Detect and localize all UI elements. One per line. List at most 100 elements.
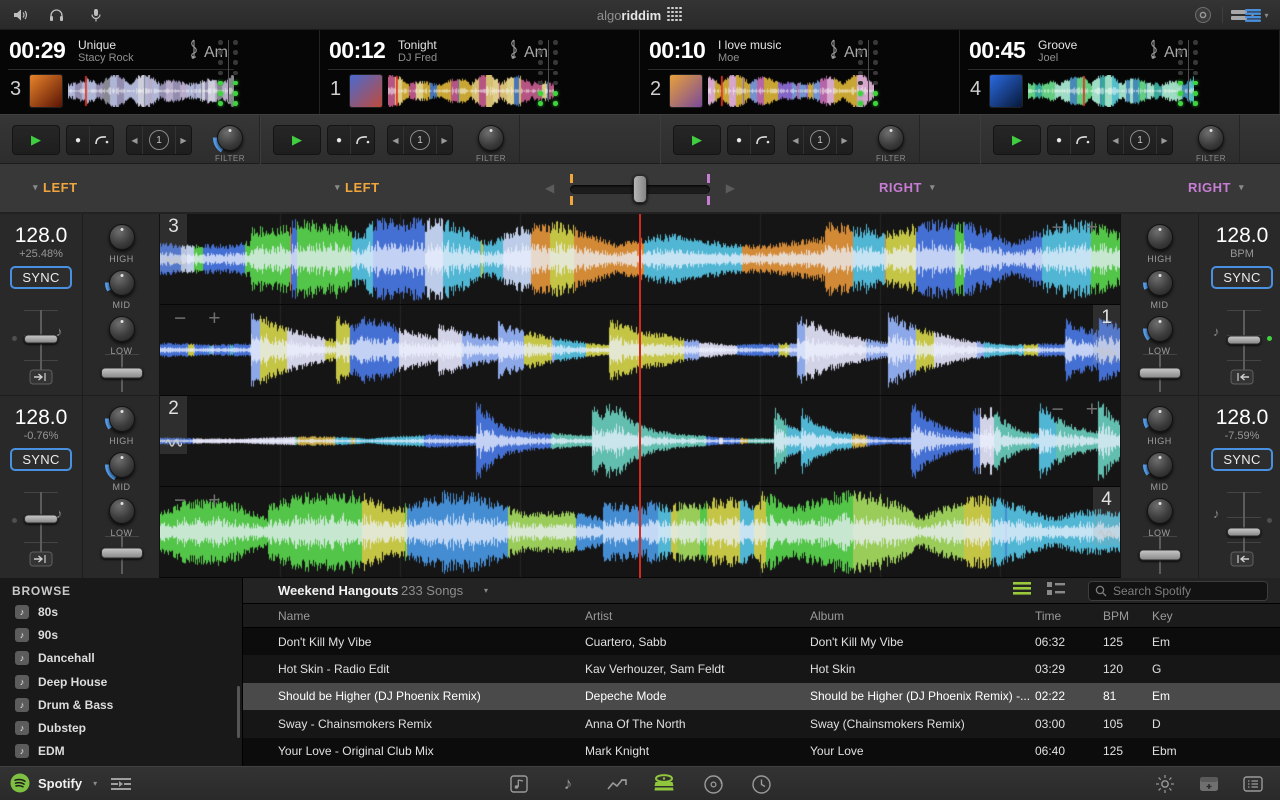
eq-high-knob[interactable] bbox=[105, 402, 139, 436]
tempo-slider[interactable] bbox=[36, 310, 46, 374]
cue-button[interactable]: ● bbox=[67, 126, 90, 154]
zoom-in-button[interactable]: + bbox=[1086, 216, 1098, 240]
song-row[interactable]: Your Love - Original Club Mix Mark Knigh… bbox=[243, 738, 1280, 765]
deck2-assign-selector[interactable]: ▾LEFT bbox=[332, 180, 380, 195]
eq-high-knob[interactable] bbox=[1143, 402, 1177, 436]
loop-double-button[interactable]: ▶ bbox=[837, 126, 852, 154]
play-button[interactable]: ▶ bbox=[673, 125, 721, 155]
zoom-out-button[interactable]: − bbox=[1051, 216, 1063, 240]
volume-fader[interactable] bbox=[117, 536, 127, 574]
crates-icon[interactable] bbox=[651, 773, 677, 795]
microphone-icon[interactable] bbox=[85, 5, 107, 25]
loop-button[interactable]: 1 bbox=[142, 126, 176, 154]
deck1-assign-selector[interactable]: ▾LEFT bbox=[30, 180, 78, 195]
playlist-item[interactable]: ♪ 90s bbox=[0, 623, 242, 646]
record-session-icon[interactable] bbox=[1192, 5, 1214, 25]
bend-button[interactable] bbox=[90, 126, 113, 154]
crossfader-right-arrow[interactable]: ▶ bbox=[726, 181, 735, 195]
song-row[interactable]: Hot Skin - Radio Edit Kav Verhouzer, Sam… bbox=[243, 655, 1280, 682]
bend-button[interactable] bbox=[1071, 126, 1094, 154]
deck3-assign-selector[interactable]: RIGHT▾ bbox=[879, 180, 935, 195]
add-to-library-icon[interactable] bbox=[1196, 773, 1222, 795]
volume-handle[interactable] bbox=[101, 548, 143, 559]
filter-knob[interactable] bbox=[1194, 121, 1228, 155]
crossfader-handle[interactable] bbox=[633, 175, 647, 203]
sync-button[interactable]: SYNC bbox=[10, 448, 72, 471]
album-view-icon[interactable] bbox=[1047, 582, 1065, 600]
history-clock-icon[interactable] bbox=[748, 773, 774, 795]
tempo-handle[interactable] bbox=[1227, 528, 1261, 537]
loop-button[interactable]: 1 bbox=[803, 126, 837, 154]
keylock-icon[interactable] bbox=[29, 369, 53, 390]
play-button[interactable]: ▶ bbox=[273, 125, 321, 155]
speaker-icon[interactable] bbox=[10, 5, 32, 25]
loop-halve-button[interactable]: ◀ bbox=[1108, 126, 1123, 154]
volume-fader[interactable] bbox=[1155, 536, 1165, 574]
brightness-icon[interactable] bbox=[1152, 773, 1178, 795]
loop-halve-button[interactable]: ◀ bbox=[788, 126, 803, 154]
column-artist[interactable]: Artist bbox=[585, 609, 810, 623]
loop-double-button[interactable]: ▶ bbox=[437, 126, 452, 154]
play-button[interactable]: ▶ bbox=[993, 125, 1041, 155]
zoom-out-button[interactable]: − bbox=[174, 307, 186, 331]
track-overview-waveform[interactable] bbox=[708, 75, 874, 107]
tempo-handle[interactable] bbox=[24, 514, 58, 523]
eq-high-knob[interactable] bbox=[105, 220, 139, 254]
tempo-handle[interactable] bbox=[24, 334, 58, 343]
eq-low-knob[interactable] bbox=[105, 312, 139, 346]
column-name[interactable]: Name bbox=[278, 609, 585, 623]
sync-button[interactable]: SYNC bbox=[1211, 266, 1273, 289]
column-time[interactable]: Time bbox=[1035, 609, 1103, 623]
queue-icon[interactable] bbox=[108, 773, 134, 795]
loop-double-button[interactable]: ▶ bbox=[176, 126, 191, 154]
tempo-handle[interactable] bbox=[1227, 336, 1261, 345]
cue-button[interactable]: ● bbox=[728, 126, 751, 154]
tempo-slider[interactable] bbox=[1239, 492, 1249, 556]
crossfader-left-arrow[interactable]: ◀ bbox=[545, 181, 554, 195]
playlist-item[interactable]: ♪ Dancehall bbox=[0, 647, 242, 670]
volume-handle[interactable] bbox=[1139, 368, 1181, 379]
songs-library-icon[interactable] bbox=[506, 773, 532, 795]
song-row[interactable]: Don't Kill My Vibe Cuartero, Sabb Don't … bbox=[243, 628, 1280, 655]
loop-button[interactable]: 1 bbox=[403, 126, 437, 154]
playqueue-panel-icon[interactable] bbox=[1240, 773, 1266, 795]
column-album[interactable]: Album bbox=[810, 609, 1035, 623]
track-overview-waveform[interactable] bbox=[1028, 75, 1194, 107]
library-source-selector[interactable]: Spotify ▾ bbox=[10, 773, 97, 793]
deck4-assign-selector[interactable]: RIGHT▾ bbox=[1188, 180, 1244, 195]
eq-low-knob[interactable] bbox=[105, 494, 139, 528]
loop-halve-button[interactable]: ◀ bbox=[127, 126, 142, 154]
eq-mid-knob[interactable] bbox=[105, 266, 139, 300]
zoom-in-button[interactable]: + bbox=[208, 489, 220, 513]
keylock-icon[interactable] bbox=[1230, 369, 1254, 390]
loop-double-button[interactable]: ▶ bbox=[1157, 126, 1172, 154]
zoom-out-button[interactable]: − bbox=[1051, 398, 1063, 422]
playlist-item[interactable]: ♪ Drum & Bass bbox=[0, 693, 242, 716]
column-key[interactable]: Key bbox=[1152, 609, 1280, 623]
filter-knob[interactable] bbox=[213, 121, 247, 155]
eq-low-knob[interactable] bbox=[1143, 312, 1177, 346]
tempo-slider[interactable] bbox=[1239, 310, 1249, 374]
search-input[interactable] bbox=[1088, 581, 1268, 601]
track-overview-waveform[interactable] bbox=[68, 75, 234, 107]
playlist-item[interactable]: ♪ Deep House bbox=[0, 670, 242, 693]
loop-halve-button[interactable]: ◀ bbox=[388, 126, 403, 154]
volume-handle[interactable] bbox=[101, 368, 143, 379]
tempo-slider[interactable] bbox=[36, 492, 46, 556]
volume-fader[interactable] bbox=[1155, 354, 1165, 392]
song-row[interactable]: Should be Higher (DJ Phoenix Remix) Depe… bbox=[243, 683, 1280, 710]
keylock-icon[interactable] bbox=[29, 551, 53, 572]
sync-button[interactable]: SYNC bbox=[10, 266, 72, 289]
keylock-icon[interactable] bbox=[1230, 551, 1254, 572]
eq-high-knob[interactable] bbox=[1143, 220, 1177, 254]
music-note-icon[interactable]: ♪ bbox=[555, 773, 581, 795]
vinyl-icon[interactable] bbox=[700, 773, 726, 795]
eq-mid-knob[interactable] bbox=[105, 448, 139, 482]
cue-button[interactable]: ● bbox=[1048, 126, 1071, 154]
column-bpm[interactable]: BPM bbox=[1103, 609, 1152, 623]
sidebar-scrollbar[interactable] bbox=[237, 686, 240, 738]
volume-handle[interactable] bbox=[1139, 550, 1181, 561]
play-button[interactable]: ▶ bbox=[12, 125, 60, 155]
filter-knob[interactable] bbox=[474, 121, 508, 155]
playlist-item[interactable]: ♪ 80s bbox=[0, 600, 242, 623]
